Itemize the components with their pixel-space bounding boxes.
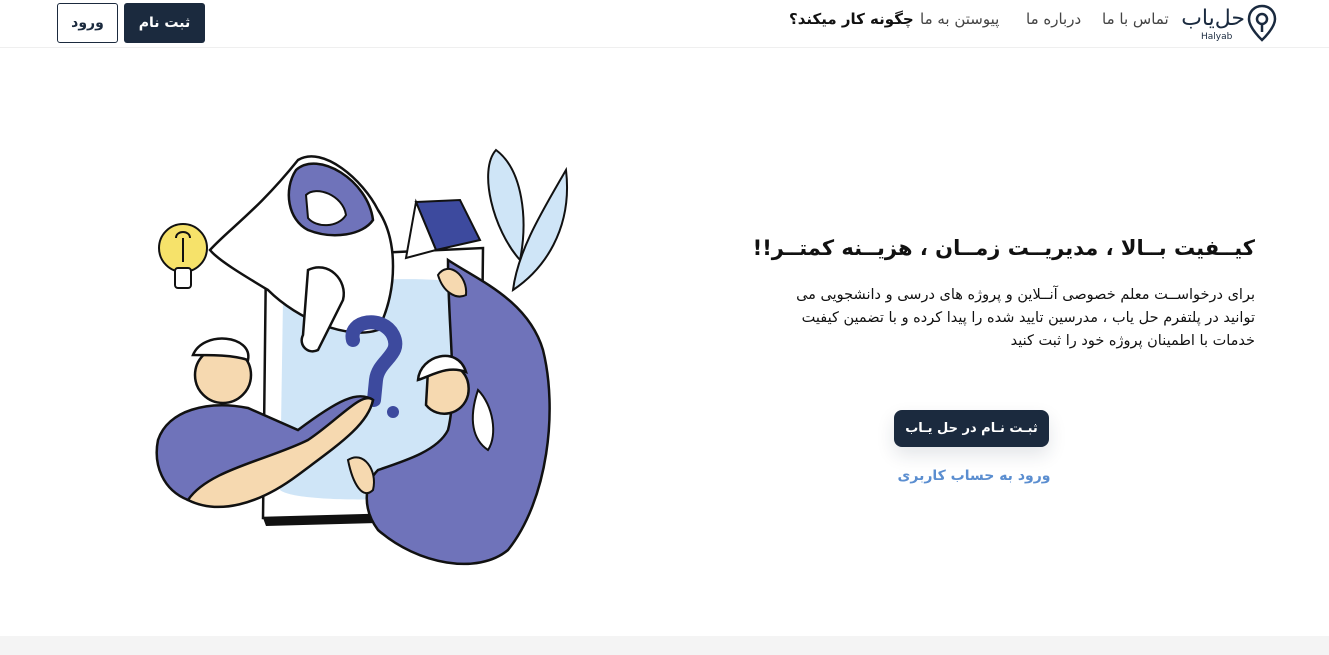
logo-wordmark: حل‌یاب [1181,6,1245,31]
location-pin-icon [1247,4,1277,42]
leaf-decoration [487,148,568,293]
nav-link-how-it-works[interactable]: چگونه کار میکند؟ [789,10,914,28]
nav-link-contact[interactable]: تماس با ما [1102,10,1169,28]
nav-link-about[interactable]: درباره ما [1026,10,1081,28]
logo-latin-text: Halyab [1201,32,1233,42]
register-button[interactable]: ثبت نام [124,3,205,43]
lightbulb-icon [158,223,208,289]
footer-strip [0,636,1329,655]
hero-illustration [155,148,568,566]
login-button[interactable]: ورود [57,3,118,43]
hero-description: برای درخواســت معلم خصوصی آنــلاین و پرو… [796,287,1255,349]
halyab-logo[interactable]: حل‌یاب Halyab [1181,2,1279,46]
hero-title: کیــفیت بــالا ، مدیریــت زمــان ، هزیــ… [752,236,1255,260]
nav-link-join-us[interactable]: پیوستن به ما [920,10,999,28]
login-to-account-link[interactable]: ورود به حساب کاربری [880,468,1068,490]
top-navbar: حل‌یاب Halyab تماس با ما درباره ما پیوست… [0,0,1329,48]
register-in-halyab-button[interactable]: ثبـت نـام در حل یـاب [894,410,1049,447]
